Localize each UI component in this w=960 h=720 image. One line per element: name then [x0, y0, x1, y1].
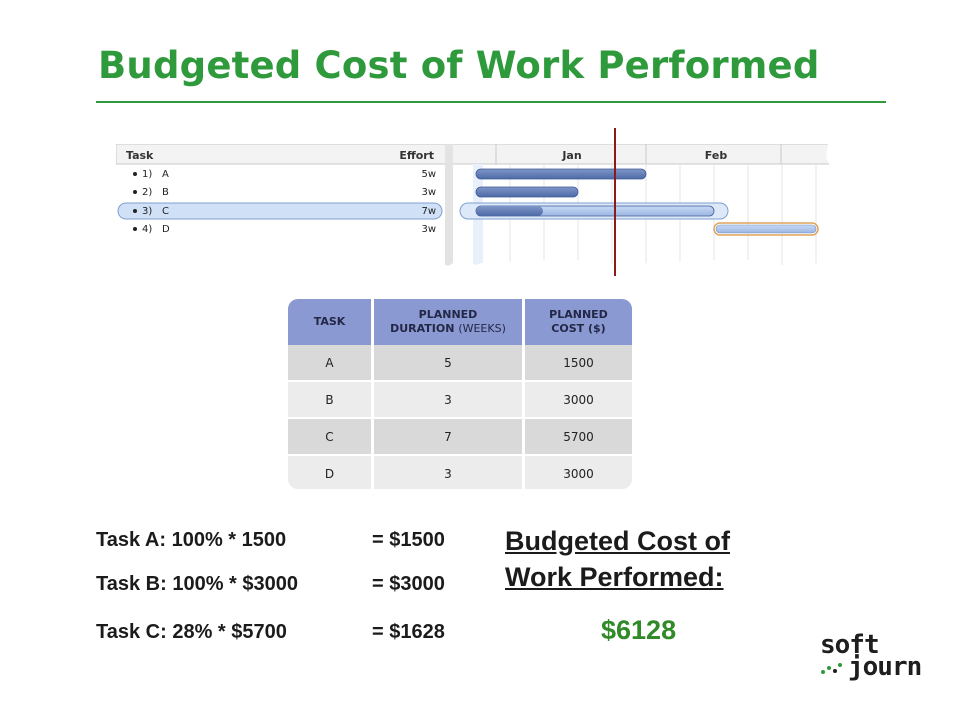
table-cell: 3: [371, 454, 522, 489]
row-bullet: [133, 209, 137, 213]
table-cell: C: [288, 417, 371, 454]
calc-task-a-result: = $1500: [372, 529, 445, 551]
bcwp-label: Budgeted Cost of Work Performed:: [505, 526, 730, 592]
table-row: C 7 5700: [288, 417, 632, 454]
table-cell: 3000: [522, 454, 632, 489]
row-id: 4): [142, 224, 152, 235]
table-cell: D: [288, 454, 371, 489]
calc-task-a: Task A: 100% * 1500: [96, 529, 287, 551]
task-bar-c-progress: [476, 206, 543, 216]
gantt-svg: Task Effort Jan Feb 1) A 5w 2) B 3w 3) C…: [116, 144, 836, 270]
pane-splitter[interactable]: [445, 144, 453, 270]
gantt-header: [116, 144, 836, 165]
table-row: D 3 3000: [288, 454, 632, 489]
table-header-duration: PLANNED DURATION (WEEKS): [371, 299, 522, 345]
status-date-marker: [614, 128, 616, 276]
header-effort: Effort: [399, 149, 434, 162]
row-name[interactable]: C: [162, 206, 169, 217]
row-effort[interactable]: 7w: [421, 206, 436, 217]
row-name[interactable]: D: [162, 224, 170, 235]
row-effort[interactable]: 3w: [421, 187, 436, 198]
row-bullet: [133, 227, 137, 231]
header-month-jan: Jan: [561, 149, 581, 162]
header-month-feb: Feb: [705, 149, 728, 162]
table-row: B 3 3000: [288, 380, 632, 417]
row-id: 3): [142, 206, 152, 217]
table-cell: 5: [371, 345, 522, 380]
page-title: Budgeted Cost of Work Performed: [98, 44, 820, 87]
table-cell: 3000: [522, 380, 632, 417]
task-bar-b[interactable]: [475, 186, 579, 198]
softjourn-logo: soft journ: [818, 630, 930, 686]
table-cell: 3: [371, 380, 522, 417]
calc-task-c: Task C: 28% * $5700: [96, 621, 287, 643]
table-cell: B: [288, 380, 371, 417]
row-bullet: [133, 172, 137, 176]
task-bar-a[interactable]: [475, 168, 647, 180]
header-task: Task: [126, 149, 154, 162]
row-bullet: [133, 190, 137, 194]
calc-task-c-result: = $1628: [372, 621, 445, 643]
planned-cost-table: TASK PLANNED DURATION (WEEKS) PLANNED COST…: [288, 299, 632, 489]
calc-task-b-result: = $3000: [372, 573, 445, 595]
logo-dots-icon: [821, 663, 842, 674]
table-cell: 5700: [522, 417, 632, 454]
table-header-task: TASK: [288, 299, 371, 345]
table-cell: 7: [371, 417, 522, 454]
task-bar-d[interactable]: [715, 224, 817, 234]
row-name[interactable]: B: [162, 187, 169, 198]
row-id: 2): [142, 187, 152, 198]
table-cell: A: [288, 345, 371, 380]
row-effort[interactable]: 3w: [421, 224, 436, 235]
row-id: 1): [142, 169, 152, 180]
title-divider: [96, 101, 886, 103]
calc-task-b: Task B: 100% * $3000: [96, 573, 298, 595]
row-name[interactable]: A: [162, 169, 169, 180]
table-cell: 1500: [522, 345, 632, 380]
gantt-chart: Task Effort Jan Feb 1) A 5w 2) B 3w 3) C…: [116, 144, 836, 270]
row-effort[interactable]: 5w: [421, 169, 436, 180]
logo-text-bottom: journ: [848, 652, 922, 682]
table-header-cost: PLANNED COST ($): [522, 299, 632, 345]
table-row: A 5 1500: [288, 345, 632, 380]
bcwp-value: $6128: [601, 615, 677, 645]
